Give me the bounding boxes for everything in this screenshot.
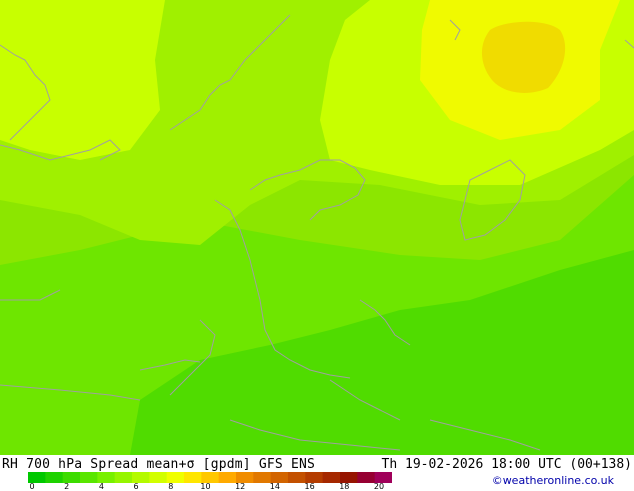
map-title: RH 700 hPa Spread mean+σ [gpdm] GFS ENS <box>2 457 316 472</box>
scale-swatch <box>288 472 306 483</box>
scale-swatch <box>149 472 168 483</box>
scale-swatch <box>218 472 237 483</box>
field-band-6-nw <box>0 0 165 160</box>
scale-swatch <box>253 472 272 483</box>
map-canvas <box>0 0 634 455</box>
scale-swatch <box>322 472 341 483</box>
scale-swatch <box>184 472 202 483</box>
valid-time: Th 19-02-2026 18:00 UTC (00+138) <box>381 457 632 472</box>
field-band-8 <box>481 21 566 93</box>
scale-swatch <box>45 472 64 483</box>
scale-swatch <box>357 472 376 483</box>
credit-link[interactable]: ©weatheronline.co.uk <box>492 474 614 487</box>
scale-swatch <box>114 472 133 483</box>
scale-swatch <box>80 472 98 483</box>
footer: RH 700 hPa Spread mean+σ [gpdm] GFS ENS … <box>0 455 634 491</box>
